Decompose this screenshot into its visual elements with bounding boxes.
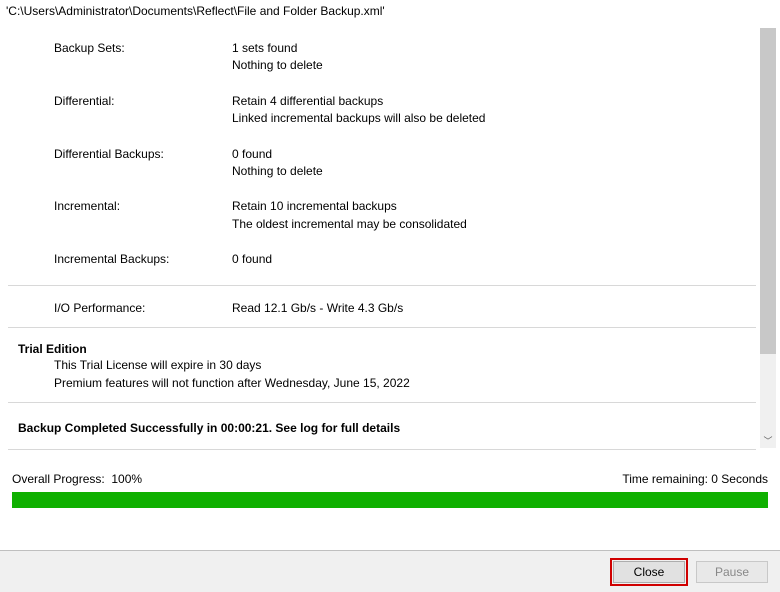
value-backup-sets-1: 1 sets found (232, 40, 756, 57)
row-differential: Differential: Retain 4 differential back… (8, 91, 756, 130)
value-differential-1: Retain 4 differential backups (232, 93, 756, 110)
label-io-performance: I/O Performance: (8, 300, 232, 317)
value-differential-2: Linked incremental backups will also be … (232, 110, 756, 127)
divider (8, 285, 756, 286)
divider (8, 327, 756, 328)
close-button[interactable]: Close (613, 561, 685, 583)
row-incremental-backups: Incremental Backups: 0 found (8, 249, 756, 270)
progress-bar (12, 492, 768, 508)
value-differential-backups-1: 0 found (232, 146, 756, 163)
vertical-scrollbar[interactable]: ﹀ (760, 28, 776, 448)
value-backup-sets-2: Nothing to delete (232, 57, 756, 74)
row-differential-backups: Differential Backups: 0 found Nothing to… (8, 144, 756, 183)
value-incremental-2: The oldest incremental may be consolidat… (232, 216, 756, 233)
scrollbar-thumb[interactable] (760, 28, 776, 354)
label-differential-backups: Differential Backups: (8, 146, 232, 181)
row-io-performance: I/O Performance: Read 12.1 Gb/s - Write … (8, 298, 756, 319)
trial-edition-title: Trial Edition (8, 336, 756, 356)
completion-message: Backup Completed Successfully in 00:00:2… (8, 411, 756, 445)
row-incremental: Incremental: Retain 10 incremental backu… (8, 196, 756, 235)
close-button-highlight: Close (610, 558, 688, 586)
divider (8, 402, 756, 403)
trial-expiry-line: This Trial License will expire in 30 day… (8, 356, 756, 374)
label-backup-sets: Backup Sets: (8, 40, 232, 75)
value-incremental-1: Retain 10 incremental backups (232, 198, 756, 215)
time-remaining-label: Time remaining: 0 Seconds (622, 472, 768, 486)
overall-progress-value: 100% (111, 472, 142, 486)
label-incremental-backups: Incremental Backups: (8, 251, 232, 268)
label-incremental: Incremental: (8, 198, 232, 233)
label-differential: Differential: (8, 93, 232, 128)
trial-premium-line: Premium features will not function after… (8, 374, 756, 392)
value-io-performance: Read 12.1 Gb/s - Write 4.3 Gb/s (232, 300, 756, 317)
pause-button: Pause (696, 561, 768, 583)
scrollbar-down-arrow[interactable]: ﹀ (760, 434, 776, 448)
divider (8, 449, 756, 450)
file-path: 'C:\Users\Administrator\Documents\Reflec… (0, 0, 780, 22)
log-scroll-area: Backup Sets: 1 sets found Nothing to del… (0, 22, 780, 462)
value-incremental-backups-1: 0 found (232, 251, 756, 268)
dialog-footer: Close Pause (0, 550, 780, 592)
row-backup-sets: Backup Sets: 1 sets found Nothing to del… (8, 38, 756, 77)
overall-progress-label: Overall Progress: 100% (12, 472, 142, 486)
value-differential-backups-2: Nothing to delete (232, 163, 756, 180)
progress-section: Overall Progress: 100% Time remaining: 0… (0, 462, 780, 508)
